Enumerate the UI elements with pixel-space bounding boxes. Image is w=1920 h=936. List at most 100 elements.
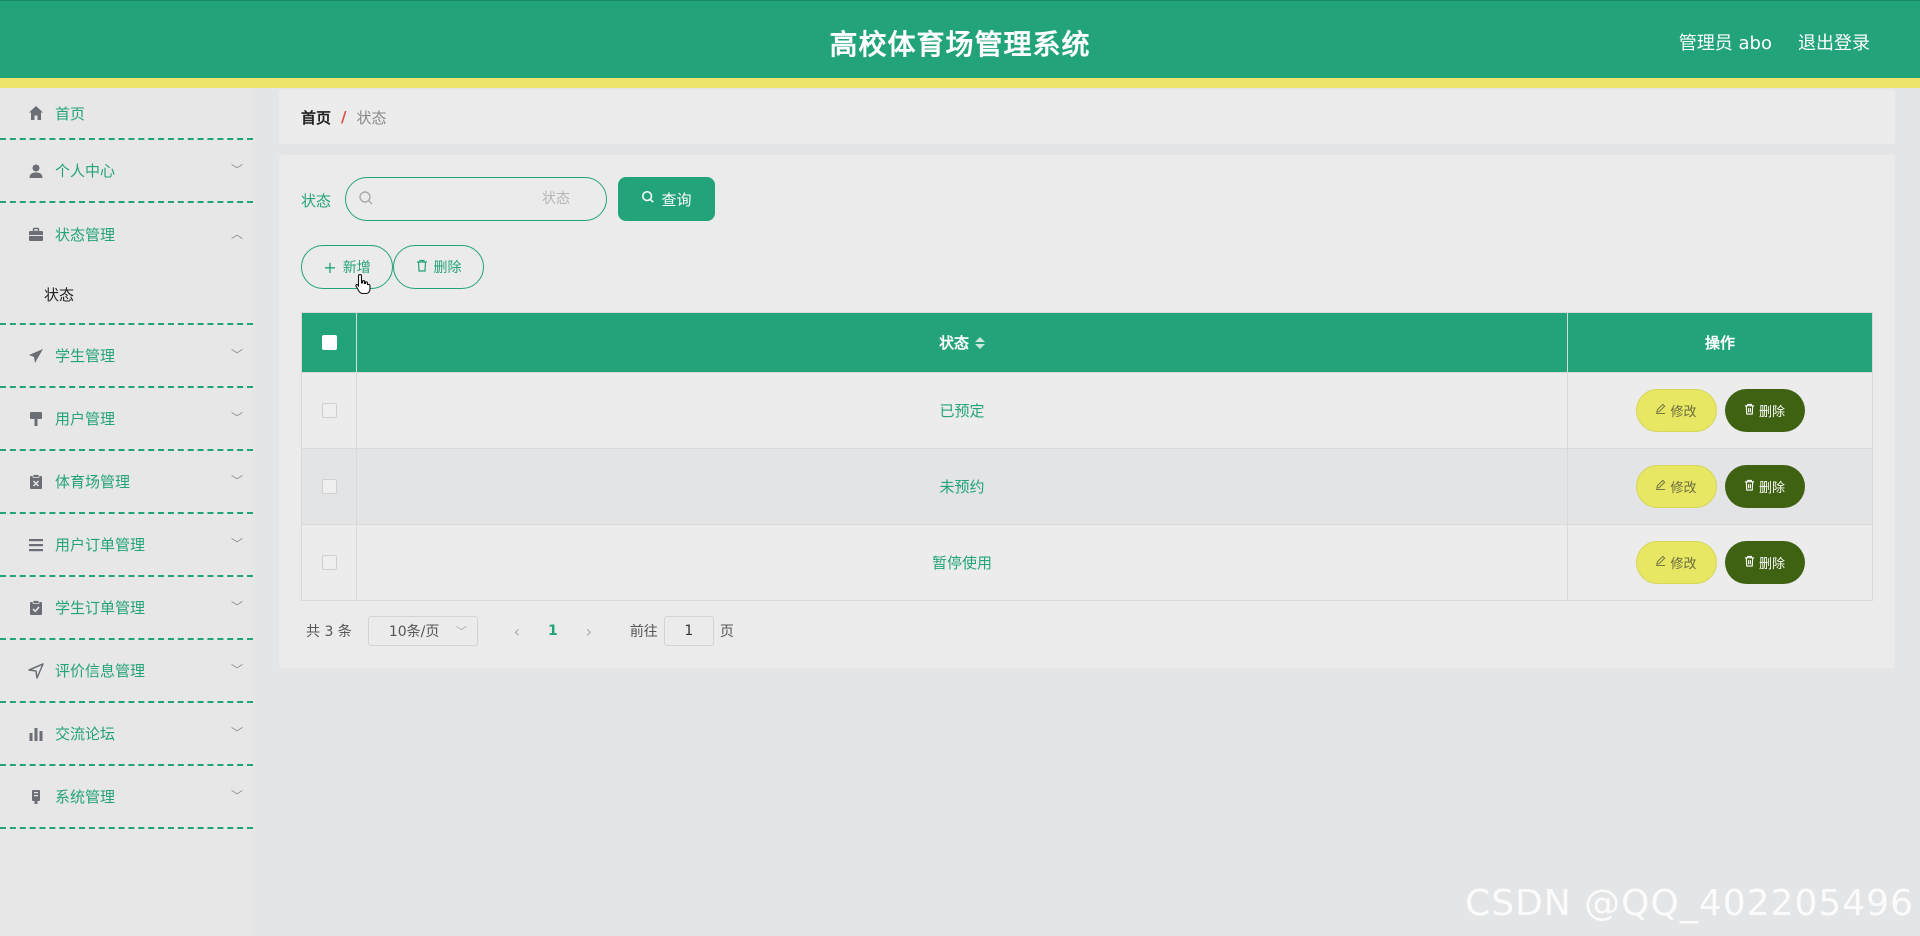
row-delete-button[interactable]: 删除 bbox=[1724, 541, 1805, 584]
chevron-up-icon: ︿ bbox=[230, 226, 243, 241]
search-label: 状态 bbox=[301, 192, 332, 210]
sidebar-item-label: 个人中心 bbox=[55, 162, 116, 180]
query-button-label: 查询 bbox=[661, 190, 692, 209]
row-check-cell bbox=[302, 373, 357, 448]
sidebar-item-personal-center[interactable]: 个人中心 ﹀ bbox=[0, 140, 253, 203]
current-user-label[interactable]: 管理员 abo bbox=[1679, 29, 1772, 55]
row-status-cell: 未预约 bbox=[357, 449, 1568, 524]
row-delete-button[interactable]: 删除 bbox=[1724, 389, 1805, 432]
add-button[interactable]: + 新增 bbox=[301, 245, 393, 289]
row-actions: 修改 删除 bbox=[1568, 373, 1872, 448]
column-header-actions: 操作 bbox=[1568, 313, 1872, 372]
sidebar: 首页 个人中心 ﹀ 状态管理 ︿ 状态 学生管理 ﹀ 用户管理 ﹀ 体育场管理 … bbox=[0, 88, 253, 936]
sidebar-item-reviews[interactable]: 评价信息管理 ﹀ bbox=[0, 640, 253, 703]
sort-icon[interactable] bbox=[975, 336, 985, 349]
column-header-label: 操作 bbox=[1704, 334, 1735, 352]
batch-delete-button[interactable]: 删除 bbox=[393, 245, 484, 289]
select-all-cell bbox=[302, 313, 357, 372]
sidebar-subitem-status[interactable]: 状态 bbox=[0, 266, 253, 323]
sidebar-item-user-management[interactable]: 用户管理 ﹀ bbox=[0, 388, 253, 451]
sidebar-item-system-management[interactable]: 系统管理 ﹀ bbox=[0, 766, 253, 829]
app-header: 高校体育场管理系统 管理员 abo 退出登录 bbox=[0, 0, 1920, 78]
goto-label: 前往 bbox=[629, 624, 658, 640]
row-checkbox[interactable] bbox=[321, 479, 337, 494]
row-check-cell bbox=[302, 525, 357, 600]
sidebar-item-status-management[interactable]: 状态管理 ︿ bbox=[0, 203, 253, 266]
sidebar-item-student-management[interactable]: 学生管理 ﹀ bbox=[0, 325, 253, 388]
table-row: 未预约 修改 删除 bbox=[302, 448, 1872, 524]
brush-icon bbox=[27, 410, 45, 428]
pagination: 共 3 条 10条/页 ﹀ ‹ 1 › 前往 页 bbox=[306, 616, 734, 646]
sidebar-item-label: 状态管理 bbox=[55, 226, 116, 244]
trash-icon bbox=[1744, 403, 1755, 419]
sidebar-item-label: 首页 bbox=[55, 104, 86, 123]
select-all-checkbox[interactable] bbox=[321, 335, 337, 350]
user-icon bbox=[27, 162, 45, 180]
sidebar-item-label: 学生订单管理 bbox=[55, 599, 146, 617]
breadcrumb-separator: / bbox=[341, 108, 347, 126]
column-header-status[interactable]: 状态 bbox=[357, 313, 1568, 372]
sidebar-item-label: 用户订单管理 bbox=[55, 536, 146, 554]
query-button[interactable]: 查询 bbox=[618, 177, 715, 221]
chevron-down-icon: ﹀ bbox=[230, 473, 243, 488]
row-checkbox[interactable] bbox=[321, 403, 337, 418]
row-delete-button[interactable]: 删除 bbox=[1724, 465, 1805, 508]
chevron-down-icon: ﹀ bbox=[455, 625, 467, 638]
page-unit-label: 页 bbox=[719, 624, 734, 640]
sidebar-group-status: 状态管理 ︿ 状态 bbox=[0, 203, 253, 325]
row-status-cell: 已预定 bbox=[357, 373, 1568, 448]
page-size-value: 10条/页 bbox=[388, 624, 440, 640]
search-field[interactable] bbox=[345, 177, 607, 221]
mouse-pointer-icon bbox=[354, 273, 372, 299]
row-delete-label: 删除 bbox=[1758, 481, 1785, 496]
row-status-cell: 暂停使用 bbox=[357, 525, 1568, 600]
trash-icon bbox=[1744, 555, 1755, 571]
sidebar-subitem-label: 状态 bbox=[44, 286, 75, 304]
logout-link[interactable]: 退出登录 bbox=[1798, 29, 1870, 55]
sidebar-item-forum[interactable]: 交流论坛 ﹀ bbox=[0, 703, 253, 766]
sidebar-item-user-orders[interactable]: 用户订单管理 ﹀ bbox=[0, 514, 253, 577]
chevron-down-icon: ﹀ bbox=[230, 162, 243, 177]
header-accent-stripe bbox=[0, 78, 1920, 88]
breadcrumb: 首页 / 状态 bbox=[279, 90, 1895, 144]
row-delete-label: 删除 bbox=[1758, 557, 1785, 572]
edit-button[interactable]: 修改 bbox=[1635, 389, 1717, 432]
device-icon bbox=[27, 788, 45, 806]
sidebar-item-stadium-management[interactable]: 体育场管理 ﹀ bbox=[0, 451, 253, 514]
search-input[interactable] bbox=[382, 178, 600, 220]
trash-icon bbox=[1744, 479, 1755, 495]
chevron-down-icon: ﹀ bbox=[230, 410, 243, 425]
page-number[interactable]: 1 bbox=[532, 623, 574, 639]
row-delete-label: 删除 bbox=[1758, 405, 1785, 420]
row-actions: 修改 删除 bbox=[1568, 449, 1872, 524]
briefcase-icon bbox=[27, 226, 45, 244]
prev-page-button[interactable]: ‹ bbox=[502, 622, 532, 641]
goto-page-input[interactable] bbox=[663, 616, 714, 646]
sidebar-item-label: 体育场管理 bbox=[55, 473, 131, 491]
edit-button[interactable]: 修改 bbox=[1635, 465, 1717, 508]
search-icon bbox=[358, 190, 374, 210]
breadcrumb-home[interactable]: 首页 bbox=[301, 107, 331, 128]
clipboard-check-icon bbox=[27, 599, 45, 617]
next-page-button[interactable]: › bbox=[574, 622, 604, 641]
table-header: 状态 操作 bbox=[302, 313, 1872, 372]
plus-icon: + bbox=[323, 257, 337, 277]
edit-icon bbox=[1655, 479, 1666, 494]
clipboard-x-icon bbox=[27, 473, 45, 491]
chevron-down-icon: ﹀ bbox=[230, 536, 243, 551]
chevron-down-icon: ﹀ bbox=[230, 788, 243, 803]
sidebar-item-label: 交流论坛 bbox=[55, 725, 116, 743]
pagination-total: 共 3 条 bbox=[306, 624, 352, 640]
sidebar-item-home[interactable]: 首页 bbox=[0, 88, 253, 140]
breadcrumb-current: 状态 bbox=[356, 108, 387, 127]
table-row: 已预定 修改 删除 bbox=[302, 372, 1872, 448]
row-actions: 修改 删除 bbox=[1568, 525, 1872, 600]
page-size-select[interactable]: 10条/页 ﹀ bbox=[367, 616, 478, 646]
edit-button[interactable]: 修改 bbox=[1635, 541, 1717, 584]
row-checkbox[interactable] bbox=[321, 555, 337, 570]
watermark: CSDN @QQ_402205496 bbox=[1465, 883, 1914, 924]
chevron-down-icon: ﹀ bbox=[230, 662, 243, 677]
edit-button-label: 修改 bbox=[1670, 481, 1697, 496]
sidebar-item-student-orders[interactable]: 学生订单管理 ﹀ bbox=[0, 577, 253, 640]
status-table: 状态 操作 已预定 修改 删除 未预约 修改 删除 暂停使用 修改 删除 bbox=[301, 312, 1873, 601]
